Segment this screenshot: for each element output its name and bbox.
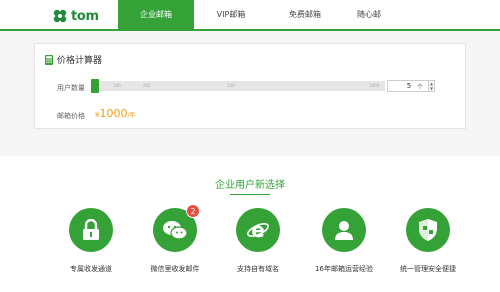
price-amount: 1000 <box>99 107 128 120</box>
feature-item-exclusive-channel[interactable]: 专属收发通道 <box>51 208 131 274</box>
ie-icon: e <box>247 218 269 242</box>
slider-tick: 1000 <box>369 83 380 88</box>
user-count-label: 用户数量 <box>57 84 85 92</box>
logo-text: tom <box>71 8 99 24</box>
stepper-down-icon[interactable]: ▼ <box>429 86 434 91</box>
slider-tick: 100 <box>113 83 121 88</box>
notification-badge: 2 <box>186 204 200 218</box>
user-count-slider-handle[interactable] <box>91 79 99 93</box>
nav-item-vip-mail[interactable]: VIP邮箱 <box>194 0 268 29</box>
lock-icon <box>83 219 99 240</box>
price-display: ¥1000/年 <box>95 107 136 120</box>
user-count-slider-track[interactable] <box>91 81 385 91</box>
features-section: 企业用户新选择 专属收发通道 2 微信里收发邮件 e 支持自有域名 16年邮箱运… <box>0 156 500 292</box>
calculator-header: 价格计算器 <box>45 53 102 66</box>
wechat-icon <box>163 221 188 240</box>
slider-tick: 500 <box>227 83 235 88</box>
top-navigation-bar: tom 企业邮箱 VIP邮箱 免费邮箱 随心邮 <box>0 0 500 31</box>
feature-item-custom-domain[interactable]: e 支持自有域名 <box>218 208 298 274</box>
feature-circle <box>69 208 113 252</box>
feature-label: 专属收发通道 <box>70 265 112 273</box>
user-icon <box>335 221 353 240</box>
feature-circle <box>322 208 366 252</box>
user-count-input[interactable]: 5 <box>387 80 431 92</box>
feature-label: 支持自有域名 <box>237 265 279 273</box>
price-unit: /年 <box>127 112 136 119</box>
tom-logo[interactable]: tom <box>52 6 99 26</box>
feature-label: 微信里收发邮件 <box>150 265 200 273</box>
feature-item-experience[interactable]: 16年邮箱运营经验 <box>304 208 384 274</box>
features-title-underline <box>230 194 270 195</box>
nav-item-enterprise-mail[interactable]: 企业邮箱 <box>118 0 194 29</box>
main-nav: 企业邮箱 VIP邮箱 免费邮箱 随心邮 <box>118 0 396 29</box>
slider-tick: 200 <box>143 83 151 88</box>
clover-logo-icon <box>53 9 67 23</box>
price-label: 邮箱价格 <box>57 112 85 120</box>
feature-circle: e <box>236 208 280 252</box>
feature-item-wechat-mail[interactable]: 2 微信里收发邮件 <box>135 204 215 274</box>
user-count-stepper[interactable]: ▲ ▼ <box>428 80 435 92</box>
nav-item-suixin-mail[interactable]: 随心邮 <box>342 0 396 29</box>
user-count-unit: 个 <box>417 84 424 91</box>
feature-circle <box>406 208 450 252</box>
shield-icon <box>419 219 437 241</box>
feature-label: 16年邮箱运营经验 <box>315 265 373 273</box>
price-calculator-card: 价格计算器 用户数量 100 200 500 1000 5 个 ▲ ▼ 邮箱价格… <box>34 43 466 129</box>
feature-circle: 2 <box>153 204 200 252</box>
calculator-title: 价格计算器 <box>57 56 103 66</box>
feature-label: 统一管理安全便捷 <box>400 265 456 273</box>
calculator-icon <box>45 54 53 65</box>
svg-text:e: e <box>251 218 265 242</box>
feature-item-unified-management[interactable]: 统一管理安全便捷 <box>388 208 468 274</box>
nav-item-free-mail[interactable]: 免费邮箱 <box>268 0 342 29</box>
features-title: 企业用户新选择 <box>215 180 285 191</box>
